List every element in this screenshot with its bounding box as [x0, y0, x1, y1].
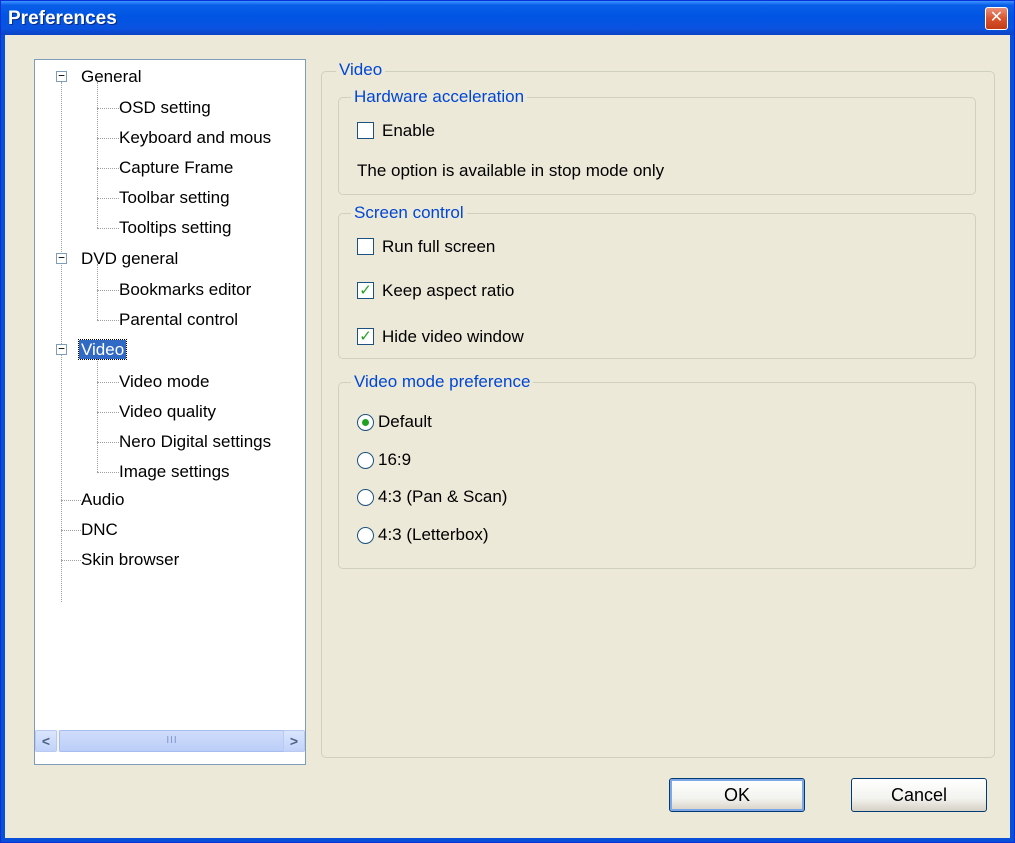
- tree-line: [97, 412, 119, 413]
- tree-item-toolbar-setting[interactable]: Toolbar setting: [117, 186, 232, 210]
- tree-item-video-mode[interactable]: Video mode: [117, 370, 211, 394]
- tree-item-label: DVD general: [81, 249, 179, 268]
- title-bar[interactable]: Preferences ✕: [1, 1, 1014, 35]
- tree-line: [97, 382, 119, 383]
- tree-item-label: Video mode: [119, 372, 210, 391]
- tree-item-label: Video: [77, 339, 128, 360]
- tree-line: [97, 168, 119, 169]
- radio-4-3-pan-scan[interactable]: [357, 489, 374, 506]
- collapse-icon[interactable]: −: [56, 70, 67, 82]
- category-tree[interactable]: − − − General OSD setting Keyboard and m…: [34, 59, 306, 765]
- hide-video-window-label[interactable]: Hide video window: [382, 325, 524, 349]
- collapse-icon[interactable]: −: [56, 343, 67, 355]
- tree-item-image-settings[interactable]: Image settings: [117, 460, 232, 484]
- window-frame-left: [1, 35, 5, 842]
- tree-item-keyboard-mouse[interactable]: Keyboard and mous: [117, 126, 273, 150]
- tree-item-bookmarks-editor[interactable]: Bookmarks editor: [117, 278, 253, 302]
- enable-checkbox[interactable]: [357, 122, 374, 139]
- radio-4-3-letterbox[interactable]: [357, 527, 374, 544]
- run-full-screen-checkbox[interactable]: [357, 238, 374, 255]
- ok-button[interactable]: OK: [669, 778, 805, 812]
- tree-item-label: Toolbar setting: [119, 188, 230, 207]
- radio-4-3-pan-scan-label[interactable]: 4:3 (Pan & Scan): [378, 485, 507, 509]
- check-icon: ✓: [359, 328, 372, 345]
- grip-icon: III: [166, 735, 178, 746]
- tree-item-video[interactable]: Video: [77, 338, 128, 362]
- radio-16-9[interactable]: [357, 452, 374, 469]
- tree-item-label: Keyboard and mous: [119, 128, 272, 147]
- tree-item-osd-setting[interactable]: OSD setting: [117, 96, 213, 120]
- keep-aspect-ratio-label[interactable]: Keep aspect ratio: [382, 279, 514, 303]
- chevron-left-icon: <: [41, 733, 51, 749]
- tree-line: [97, 472, 119, 473]
- tree-item-label: OSD setting: [119, 98, 211, 117]
- tree-line: [61, 560, 81, 561]
- tree-line: [61, 530, 81, 531]
- tree-line: [97, 228, 119, 229]
- tree-item-label: Bookmarks editor: [119, 280, 252, 299]
- window-frame-right: [1010, 35, 1014, 842]
- hardware-note: The option is available in stop mode onl…: [357, 161, 665, 180]
- tree-item-audio[interactable]: Audio: [79, 488, 126, 512]
- tree-line: [97, 356, 98, 472]
- tree-item-label: Audio: [81, 490, 125, 509]
- tree-item-general[interactable]: General: [79, 65, 143, 89]
- screen-control-title: Screen control: [351, 203, 467, 223]
- tree-item-label: Capture Frame: [119, 158, 234, 177]
- preferences-window: Preferences ✕ − − − General OSD setting …: [0, 0, 1015, 843]
- chevron-right-icon: >: [289, 733, 299, 749]
- tree-item-label: Parental control: [119, 310, 239, 329]
- cancel-button[interactable]: Cancel: [851, 778, 987, 812]
- tree-item-label: Tooltips setting: [119, 218, 232, 237]
- tree-line: [97, 108, 119, 109]
- check-icon: ✓: [359, 282, 372, 299]
- scroll-left-button[interactable]: <: [35, 730, 57, 752]
- scroll-right-button[interactable]: >: [283, 730, 305, 752]
- hide-video-window-checkbox[interactable]: ✓: [357, 328, 374, 345]
- tree-item-parental-control[interactable]: Parental control: [117, 308, 240, 332]
- radio-16-9-label[interactable]: 16:9: [378, 448, 411, 472]
- panel-title: Video: [336, 60, 386, 80]
- tree-line: [97, 264, 98, 320]
- video-mode-preference-title: Video mode preference: [351, 372, 534, 392]
- scroll-thumb[interactable]: III: [59, 730, 285, 752]
- hardware-acceleration-title: Hardware acceleration: [351, 87, 528, 107]
- tree-item-capture-frame[interactable]: Capture Frame: [117, 156, 235, 180]
- tree-line: [97, 442, 119, 443]
- tree-item-dvd-general[interactable]: DVD general: [79, 247, 180, 271]
- tree-line: [61, 500, 81, 501]
- tree-item-video-quality[interactable]: Video quality: [117, 400, 218, 424]
- tree-item-tooltips-setting[interactable]: Tooltips setting: [117, 216, 233, 240]
- tree-line: [97, 198, 119, 199]
- tree-item-label: General: [81, 67, 142, 86]
- close-button[interactable]: ✕: [985, 7, 1008, 30]
- radio-default[interactable]: [357, 414, 374, 431]
- tree-line: [97, 138, 119, 139]
- enable-label[interactable]: Enable: [382, 119, 435, 143]
- radio-default-label[interactable]: Default: [378, 410, 432, 434]
- tree-horizontal-scrollbar[interactable]: < III >: [35, 730, 305, 752]
- tree-item-label: Video quality: [119, 402, 217, 421]
- tree-item-label: Nero Digital settings: [119, 432, 272, 451]
- collapse-icon[interactable]: −: [56, 252, 67, 264]
- keep-aspect-ratio-checkbox[interactable]: ✓: [357, 282, 374, 299]
- run-full-screen-label[interactable]: Run full screen: [382, 235, 495, 259]
- tree-item-dnc[interactable]: DNC: [79, 518, 120, 542]
- tree-item-label: Image settings: [119, 462, 230, 481]
- radio-4-3-letterbox-label[interactable]: 4:3 (Letterbox): [378, 523, 489, 547]
- tree-item-nero-digital-settings[interactable]: Nero Digital settings: [117, 430, 273, 454]
- window-title: Preferences: [8, 8, 117, 29]
- close-icon: ✕: [989, 9, 1004, 26]
- tree-item-label: Skin browser: [81, 550, 180, 569]
- tree-line: [97, 82, 98, 228]
- tree-item-label: DNC: [81, 520, 118, 539]
- window-frame-bottom: [1, 838, 1014, 842]
- radio-selected-dot: [362, 419, 369, 426]
- tree-line: [97, 290, 119, 291]
- tree-line: [97, 320, 119, 321]
- tree-item-skin-browser[interactable]: Skin browser: [79, 548, 181, 572]
